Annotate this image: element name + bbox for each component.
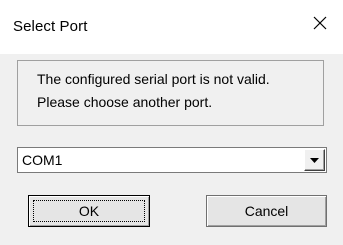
ok-button-label: OK (78, 203, 100, 219)
cancel-button[interactable]: Cancel (206, 195, 327, 227)
message-group-box: The configured serial port is not valid.… (17, 60, 324, 126)
window-title: Select Port (13, 18, 88, 35)
dropdown-arrow-button[interactable] (304, 149, 325, 171)
cancel-button-label: Cancel (244, 203, 289, 219)
ok-button[interactable]: OK (28, 195, 150, 227)
port-dropdown[interactable]: COM1 (17, 147, 327, 173)
message-line-2: Please choose another port. (37, 94, 213, 110)
close-icon (312, 15, 328, 36)
select-port-dialog: Select Port The configured serial port i… (0, 0, 343, 245)
port-dropdown-value: COM1 (22, 152, 63, 168)
message-line-1: The configured serial port is not valid. (37, 71, 270, 87)
chevron-down-icon (310, 151, 319, 169)
close-button[interactable] (305, 10, 335, 40)
title-bar: Select Port (0, 0, 343, 54)
